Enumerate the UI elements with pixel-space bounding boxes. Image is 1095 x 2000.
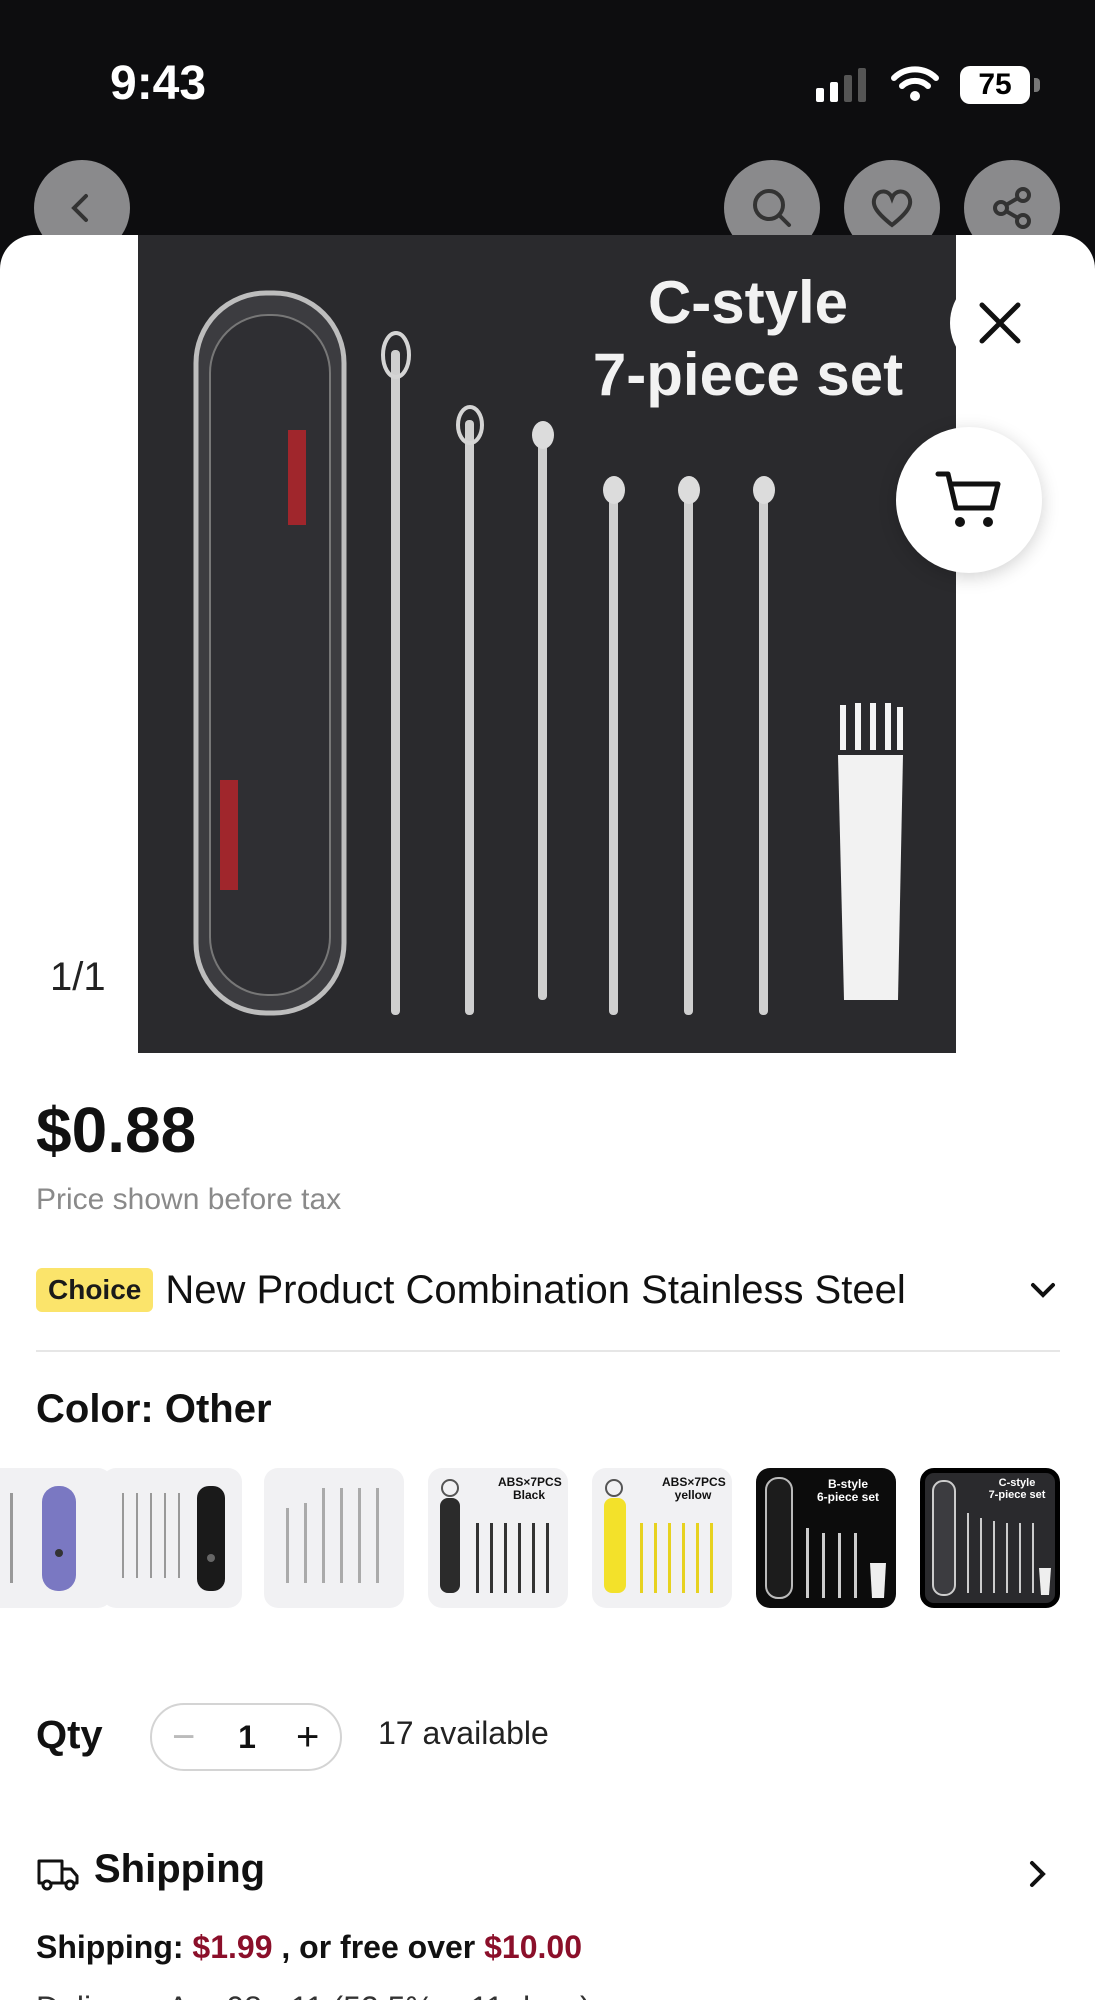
- chevron-right-icon: [1030, 1861, 1046, 1887]
- product-title: New Product Combination Stainless Steel: [165, 1267, 906, 1312]
- color-swatch-selected[interactable]: C-style 7-piece set: [920, 1468, 1060, 1608]
- decrement-button[interactable]: −: [172, 1717, 195, 1757]
- shipping-cost-line: Shipping: $1.99 , or free over $10.00: [36, 1929, 582, 1965]
- battery-indicator: 75: [960, 66, 1030, 104]
- heart-icon: [871, 189, 913, 228]
- color-swatch[interactable]: ABS×7PCS Black: [428, 1468, 568, 1608]
- product-price: $0.88: [36, 1094, 197, 1166]
- wifi-icon: [891, 66, 939, 101]
- color-swatch[interactable]: B-style 6-piece set: [756, 1468, 896, 1608]
- image-caption-line2: 7-piece set: [592, 341, 904, 408]
- swatch-label: ABS×7PCS yellow: [662, 1475, 726, 1502]
- quantity-label: Qty: [36, 1713, 103, 1757]
- swatch-label: C-style 7-piece set: [988, 1477, 1046, 1501]
- color-label: Color: Other: [36, 1387, 272, 1431]
- image-counter: 1/1: [50, 955, 106, 999]
- cart-icon: [935, 471, 1001, 527]
- product-sheet: C-style 7-piece set 1/1 $0.88 Price show…: [0, 235, 1095, 2000]
- share-icon: [993, 187, 1031, 229]
- status-time: 9:43: [110, 57, 207, 110]
- quantity-stepper: − 1 +: [150, 1703, 342, 1771]
- shipping-title: Shipping: [94, 1847, 266, 1891]
- free-shipping-threshold: $10.00: [484, 1929, 582, 1965]
- stock-available: 17 available: [378, 1715, 549, 1751]
- status-bar: 9:43 75: [0, 0, 1095, 150]
- color-swatch[interactable]: [264, 1468, 404, 1608]
- product-image-caption: C-style 7-piece set: [568, 267, 928, 411]
- color-swatch[interactable]: ABS×7PCS yellow: [592, 1468, 732, 1608]
- swatch-label: B-style 6-piece set: [816, 1477, 880, 1504]
- close-icon: [979, 302, 1021, 344]
- choice-badge: Choice: [36, 1268, 154, 1312]
- swatch-thumbnail: [10, 1486, 76, 1591]
- product-image[interactable]: C-style 7-piece set: [138, 235, 956, 1053]
- search-icon: [753, 189, 791, 227]
- tax-note: Price shown before tax: [36, 1183, 342, 1216]
- swatch-thumbnail: [122, 1486, 225, 1591]
- chevron-left-icon: [71, 194, 88, 222]
- divider: [36, 1350, 1060, 1352]
- cart-button[interactable]: [896, 427, 1042, 573]
- chevron-down-icon[interactable]: [1025, 1272, 1061, 1308]
- battery-tip: [1034, 78, 1040, 92]
- swatch-thumbnail: [286, 1488, 379, 1583]
- quantity-value[interactable]: 1: [232, 1719, 262, 1756]
- increment-button[interactable]: +: [296, 1717, 319, 1757]
- product-title-row[interactable]: Choice New Product Combination Stainless…: [36, 1260, 1061, 1320]
- cellular-signal-icon: [816, 66, 866, 102]
- color-swatch[interactable]: [102, 1468, 242, 1608]
- close-button[interactable]: [950, 273, 1050, 373]
- shipping-cost: $1.99: [192, 1929, 273, 1965]
- shipping-row[interactable]: Shipping: [36, 1847, 1060, 1903]
- truck-icon: [37, 1859, 79, 1891]
- image-caption-line1: C-style: [647, 269, 849, 336]
- color-swatch[interactable]: [0, 1468, 112, 1608]
- delivery-estimate: Delivery: Apr 08 - 11 (52.5% < 11 days): [36, 1990, 591, 2000]
- swatch-label: ABS×7PCS Black: [498, 1475, 562, 1502]
